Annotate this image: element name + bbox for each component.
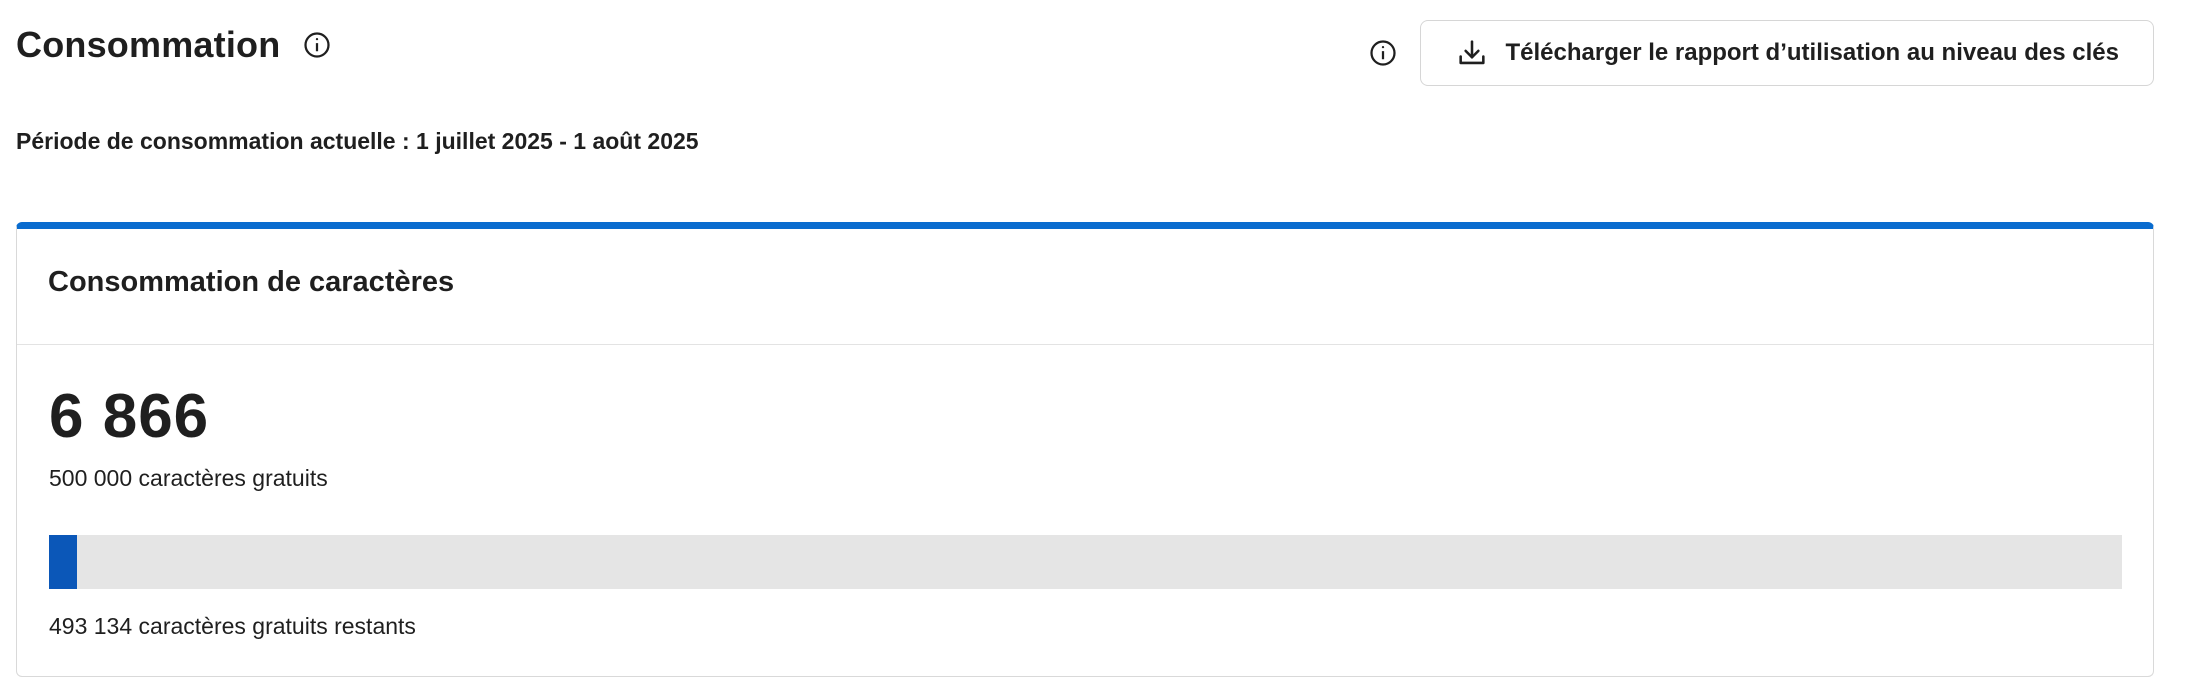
title-info-icon[interactable] [302, 30, 332, 60]
download-report-button[interactable]: Télécharger le rapport d’utilisation au … [1420, 20, 2154, 86]
usage-progress-bar [49, 535, 2122, 589]
page-header: Consommation [16, 20, 332, 70]
report-info-icon[interactable] [1368, 38, 1398, 68]
usage-page: Consommation Télécharger le rapport d’ut… [0, 0, 2200, 679]
remaining-characters-text: 493 134 caractères gratuits restants [49, 613, 416, 639]
current-period: Période de consommation actuelle : 1 jui… [16, 128, 699, 154]
free-quota-text: 500 000 caractères gratuits [49, 465, 328, 491]
card-title: Consommation de caractères [48, 266, 455, 298]
header-actions: Télécharger le rapport d’utilisation au … [1368, 20, 2154, 86]
page-title: Consommation [16, 24, 281, 65]
card-header: Consommation de caractères [17, 229, 2153, 345]
download-report-label: Télécharger le rapport d’utilisation au … [1505, 39, 2119, 66]
usage-progress-fill [49, 535, 78, 589]
download-icon [1455, 36, 1489, 70]
usage-value: 6 866 [49, 382, 210, 451]
character-usage-card: Consommation de caractères 6 866 500 000… [16, 222, 2154, 677]
